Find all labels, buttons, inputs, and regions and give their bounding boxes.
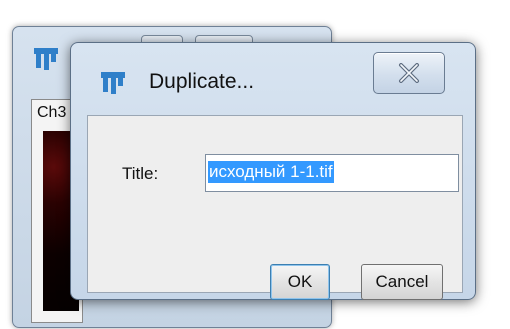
dialog-content: Title: исходный 1-1.tif OK Cancel xyxy=(87,115,463,300)
duplicate-dialog: Duplicate... Title: исходный 1-1.tif OK … xyxy=(70,42,476,300)
ok-button[interactable]: OK xyxy=(270,264,330,300)
cancel-button[interactable]: Cancel xyxy=(361,264,443,300)
close-icon xyxy=(399,63,419,83)
imagej-icon xyxy=(101,72,125,94)
dialog-title: Duplicate... xyxy=(149,70,255,93)
channel-label: Ch3 xyxy=(37,104,67,121)
title-input-value: исходный 1-1.tif xyxy=(208,161,334,183)
imagej-icon xyxy=(34,48,58,70)
title-input[interactable]: исходный 1-1.tif xyxy=(205,154,459,192)
title-label: Title: xyxy=(122,164,159,183)
close-button[interactable] xyxy=(373,52,445,94)
